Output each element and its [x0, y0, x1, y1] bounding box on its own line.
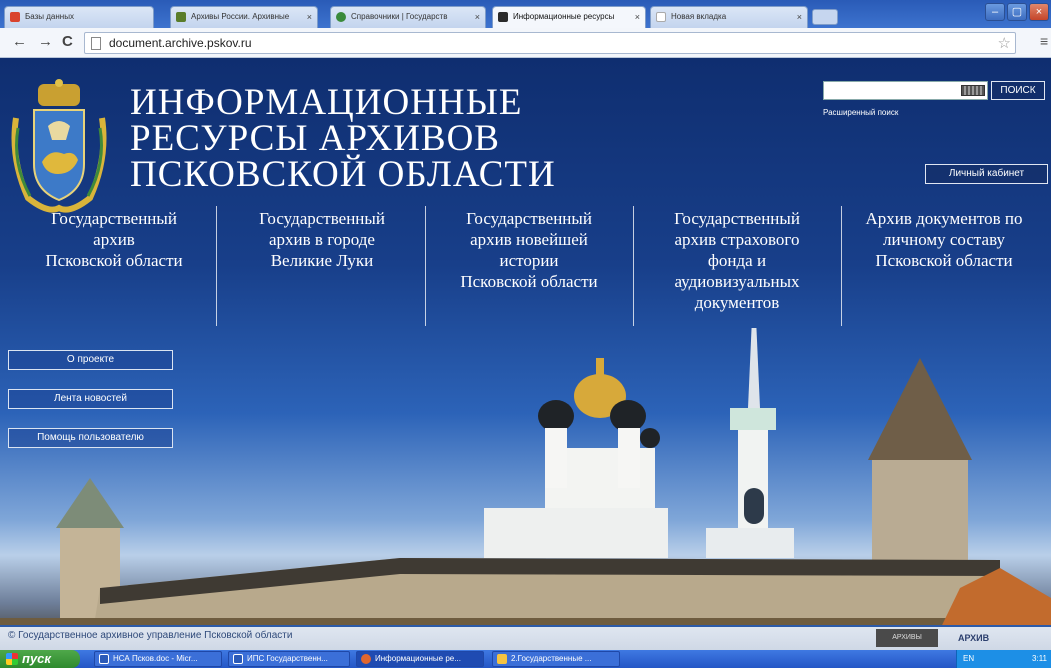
browser-tab-bar: Базы данных Архивы России. Архивные × Сп…	[0, 0, 1051, 28]
search-button[interactable]: ПОИСК	[991, 81, 1045, 100]
tab-label: Архивы России. Архивные	[191, 12, 290, 21]
partner-banner[interactable]: АРХИВ	[958, 629, 1038, 647]
close-tab-icon[interactable]: ×	[475, 7, 480, 27]
folder-icon	[497, 654, 507, 664]
browser-tab[interactable]: Справочники | Государств ×	[330, 6, 486, 28]
taskbar-item-label: Информационные ре...	[375, 654, 461, 663]
system-tray: EN 3:11	[956, 650, 1051, 668]
bookmark-star-icon[interactable]: ☆	[998, 34, 1011, 52]
tab-label: Базы данных	[25, 12, 74, 21]
taskbar-item[interactable]: 2.Государственные ...	[492, 651, 620, 667]
tab-favicon-icon	[656, 12, 666, 22]
column-divider	[216, 206, 217, 326]
close-window-button[interactable]: ×	[1029, 3, 1049, 21]
back-arrow-icon[interactable]: ←	[12, 33, 27, 50]
start-button[interactable]: пуск	[0, 650, 80, 668]
word-icon	[233, 654, 243, 664]
archive-link[interactable]: Государственный архив страхового фонда и…	[636, 208, 838, 313]
advanced-search-link[interactable]: Расширенный поиск	[823, 108, 898, 117]
archive-link[interactable]: Архив документов по личному составу Пско…	[842, 208, 1046, 271]
browser-tab[interactable]: Архивы России. Архивные ×	[170, 6, 318, 28]
page-footer: © Государственное архивное управление Пс…	[0, 625, 1051, 650]
new-tab-button[interactable]	[812, 9, 838, 25]
tab-label: Информационные ресурсы	[513, 12, 615, 21]
tab-favicon-icon	[10, 12, 20, 22]
personal-account-button[interactable]: Личный кабинет	[925, 164, 1048, 184]
taskbar-item-label: ИПС Государственн...	[247, 654, 328, 663]
archive-link[interactable]: Государственный архив Псковской области	[14, 208, 214, 271]
tab-label: Справочники | Государств	[351, 12, 448, 21]
site-title-line: ИНФОРМАЦИОННЫЕ	[130, 82, 523, 123]
windows-logo-icon	[6, 653, 18, 665]
taskbar-item[interactable]: НСА Псков.doc - Micr...	[94, 651, 222, 667]
news-feed-button[interactable]: Лента новостей	[8, 389, 173, 409]
url-text: document.archive.pskov.ru	[109, 36, 252, 50]
clock: 3:11	[1032, 654, 1047, 663]
site-title-line: РЕСУРСЫ АРХИВОВ	[130, 118, 500, 159]
tab-favicon-icon	[336, 12, 346, 22]
taskbar-item-label: 2.Государственные ...	[511, 654, 592, 663]
word-icon	[99, 654, 109, 664]
chrome-icon	[361, 654, 371, 664]
language-indicator[interactable]: EN	[963, 654, 974, 663]
forward-arrow-icon[interactable]: →	[38, 33, 53, 50]
site-title-line: ПСКОВСКОЙ ОБЛАСТИ	[130, 154, 556, 195]
taskbar-item-label: НСА Псков.doc - Micr...	[113, 654, 198, 663]
browser-tab[interactable]: Новая вкладка ×	[650, 6, 808, 28]
about-project-button[interactable]: О проекте	[8, 350, 173, 370]
keyboard-icon[interactable]	[961, 85, 985, 96]
browser-tab-active[interactable]: Информационные ресурсы ×	[492, 6, 646, 28]
tab-favicon-icon	[498, 12, 508, 22]
tab-favicon-icon	[176, 12, 186, 22]
address-bar[interactable]: document.archive.pskov.ru ☆	[84, 32, 1016, 54]
archive-link[interactable]: Государственный архив в городе Великие Л…	[222, 208, 422, 271]
start-label: пуск	[22, 651, 51, 666]
tab-label: Новая вкладка	[671, 12, 727, 21]
browser-menu-icon[interactable]: ≡	[1040, 33, 1048, 49]
taskbar-item[interactable]: ИПС Государственн...	[228, 651, 350, 667]
pskov-coat-of-arms-logo	[11, 79, 107, 213]
windows-taskbar: пуск НСА Псков.doc - Micr... ИПС Государ…	[0, 650, 1051, 668]
pskov-kremlin-photo	[0, 328, 1051, 650]
column-divider	[633, 206, 634, 326]
page-icon	[91, 37, 101, 50]
archive-link[interactable]: Государственный архив новейшей истории П…	[428, 208, 630, 292]
browser-toolbar: ← → C document.archive.pskov.ru ☆	[0, 28, 1051, 58]
reload-icon[interactable]: C	[62, 33, 73, 50]
close-tab-icon[interactable]: ×	[635, 7, 640, 27]
close-tab-icon[interactable]: ×	[307, 7, 312, 27]
taskbar-item-active[interactable]: Информационные ре...	[356, 651, 484, 667]
minimize-window-button[interactable]: –	[985, 3, 1005, 21]
web-page: ИНФОРМАЦИОННЫЕ РЕСУРСЫ АРХИВОВ ПСКОВСКОЙ…	[0, 58, 1051, 650]
copyright-text: © Государственное архивное управление Пс…	[8, 630, 293, 641]
partner-banner[interactable]: АРХИВЫ	[876, 629, 938, 647]
close-tab-icon[interactable]: ×	[797, 7, 802, 27]
column-divider	[425, 206, 426, 326]
maximize-window-button[interactable]: ▢	[1007, 3, 1027, 21]
browser-tab[interactable]: Базы данных	[4, 6, 154, 28]
user-help-button[interactable]: Помощь пользователю	[8, 428, 173, 448]
